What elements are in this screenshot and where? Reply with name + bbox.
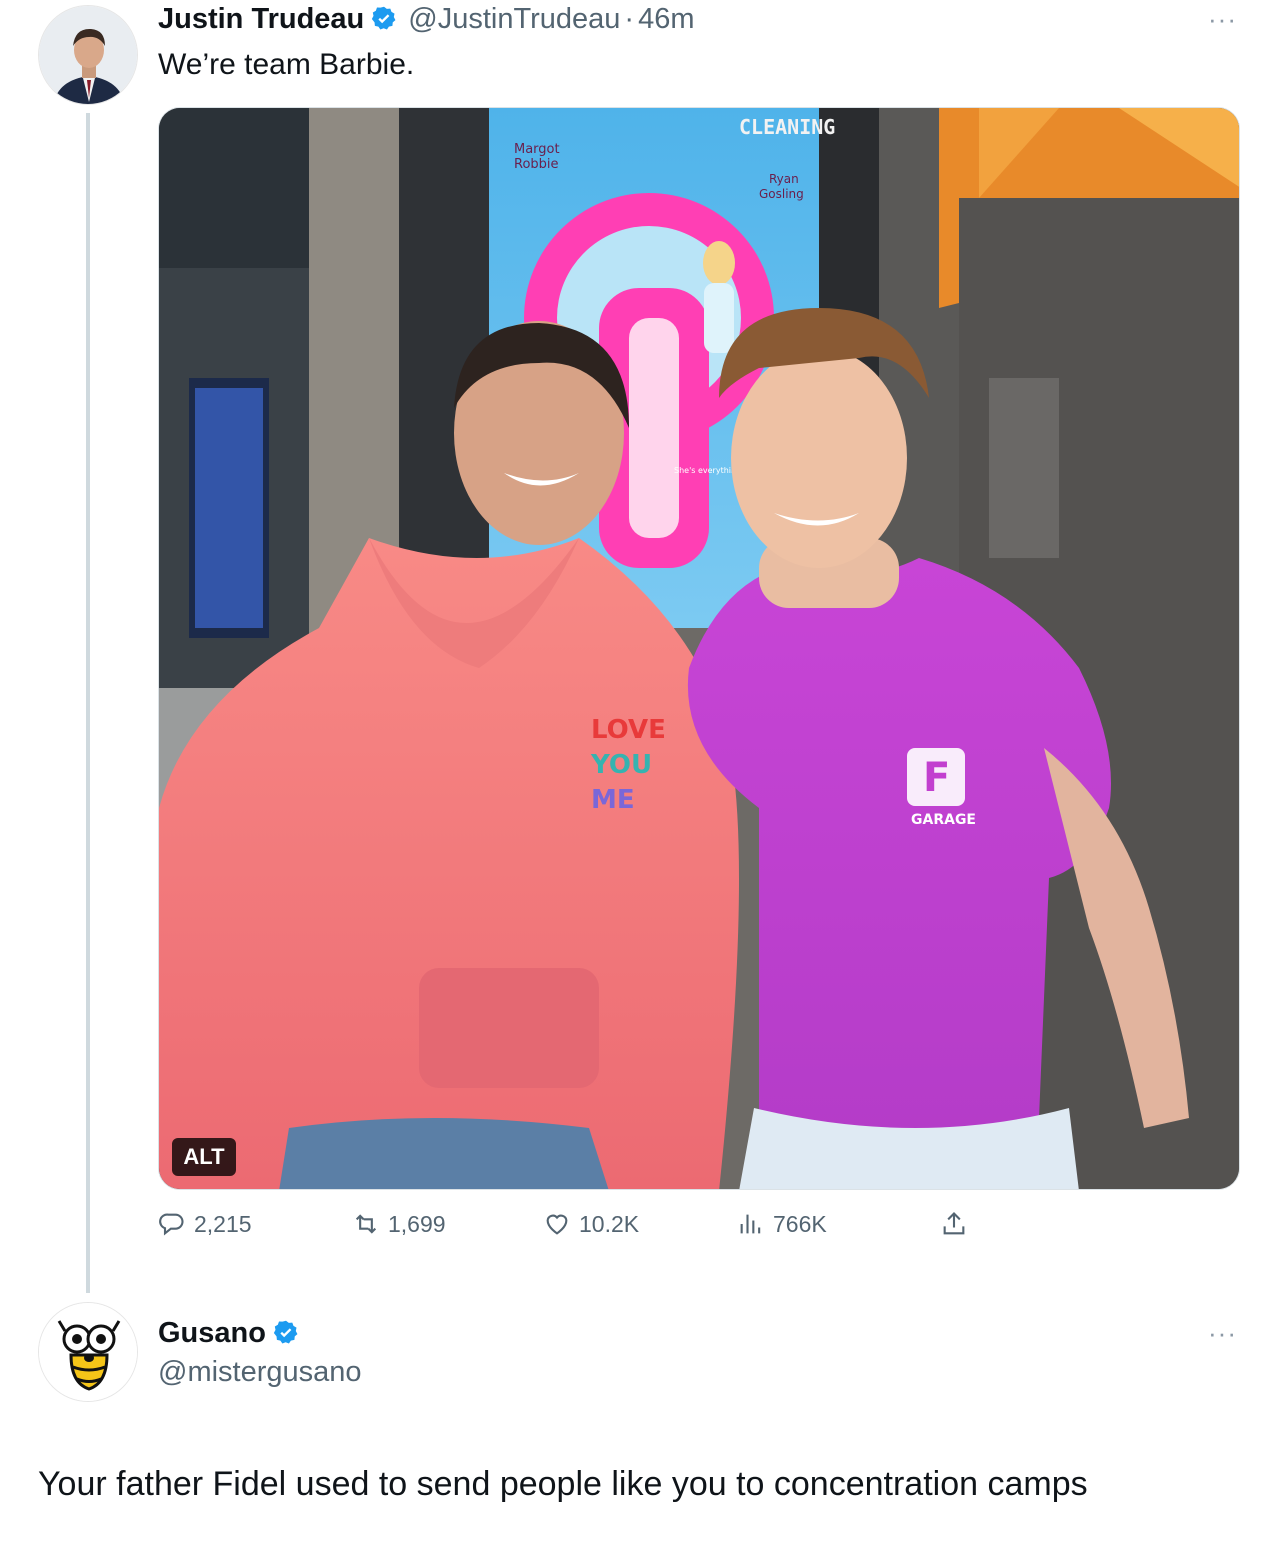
poster-tagline: She's everything bbox=[674, 466, 741, 475]
worm-mascot-icon bbox=[39, 1303, 137, 1401]
reply-author-name[interactable]: Gusano bbox=[158, 1317, 266, 1350]
like-action[interactable]: 10.2K bbox=[543, 1210, 639, 1238]
more-icon[interactable]: ··· bbox=[1208, 4, 1237, 35]
timestamp[interactable]: 46m bbox=[638, 3, 694, 36]
like-icon bbox=[546, 1214, 568, 1235]
tweet-photo[interactable]: Margot Robbie Ryan Gosling CLEANING She'… bbox=[158, 107, 1240, 1190]
views-icon bbox=[740, 1214, 761, 1234]
poster-credit-gosling: Gosling bbox=[759, 187, 804, 201]
hoodie-print-you: YOU bbox=[590, 750, 652, 780]
retweet-count: 1,699 bbox=[388, 1210, 446, 1237]
gusano-avatar[interactable] bbox=[38, 1302, 138, 1402]
hoodie-print-love: LOVE bbox=[591, 715, 666, 745]
avatar-photo bbox=[39, 6, 137, 104]
retweet-action[interactable]: 1,699 bbox=[352, 1210, 446, 1238]
poster-credit-robbie: Robbie bbox=[514, 157, 559, 172]
verified-badge-icon bbox=[273, 1320, 298, 1344]
reply-header: Gusano bbox=[158, 1314, 300, 1352]
tweet-header: Justin Trudeau @JustinTrudeau · 46m bbox=[158, 0, 695, 38]
reply-text: Your father Fidel used to send people li… bbox=[38, 1465, 1088, 1503]
poster-header-cleaning: CLEANING bbox=[739, 115, 835, 139]
shirt-logo-letter: F bbox=[923, 755, 950, 801]
photo-illustration: Margot Robbie Ryan Gosling CLEANING She'… bbox=[159, 108, 1239, 1189]
author-name[interactable]: Justin Trudeau bbox=[158, 3, 364, 36]
hoodie-print-me: ME bbox=[591, 785, 635, 815]
tweet-text: We’re team Barbie. bbox=[158, 48, 415, 81]
thread-connector-line bbox=[86, 113, 90, 1293]
poster-credit-margot: Margot bbox=[514, 142, 560, 157]
reply-action[interactable]: 2,215 bbox=[158, 1210, 252, 1238]
trudeau-avatar[interactable] bbox=[38, 5, 138, 105]
views-count: 766K bbox=[773, 1210, 827, 1237]
share-action[interactable] bbox=[940, 1210, 976, 1238]
author-handle[interactable]: @JustinTrudeau bbox=[408, 3, 620, 36]
separator-dot: · bbox=[624, 2, 635, 35]
reply-count: 2,215 bbox=[194, 1210, 252, 1237]
retweet-icon bbox=[355, 1214, 377, 1234]
alt-text-badge[interactable]: ALT bbox=[172, 1138, 236, 1176]
poster-credit-ryan: Ryan bbox=[769, 172, 799, 186]
views-action[interactable]: 766K bbox=[737, 1210, 827, 1238]
like-count: 10.2K bbox=[579, 1210, 640, 1237]
reply-author-handle[interactable]: @mistergusano bbox=[158, 1356, 362, 1389]
verified-badge-icon bbox=[372, 6, 396, 30]
reply-more-icon[interactable]: ··· bbox=[1208, 1318, 1237, 1349]
shirt-logo-text: GARAGE bbox=[911, 812, 976, 828]
reply-icon bbox=[159, 1213, 184, 1236]
share-icon bbox=[943, 1212, 965, 1235]
